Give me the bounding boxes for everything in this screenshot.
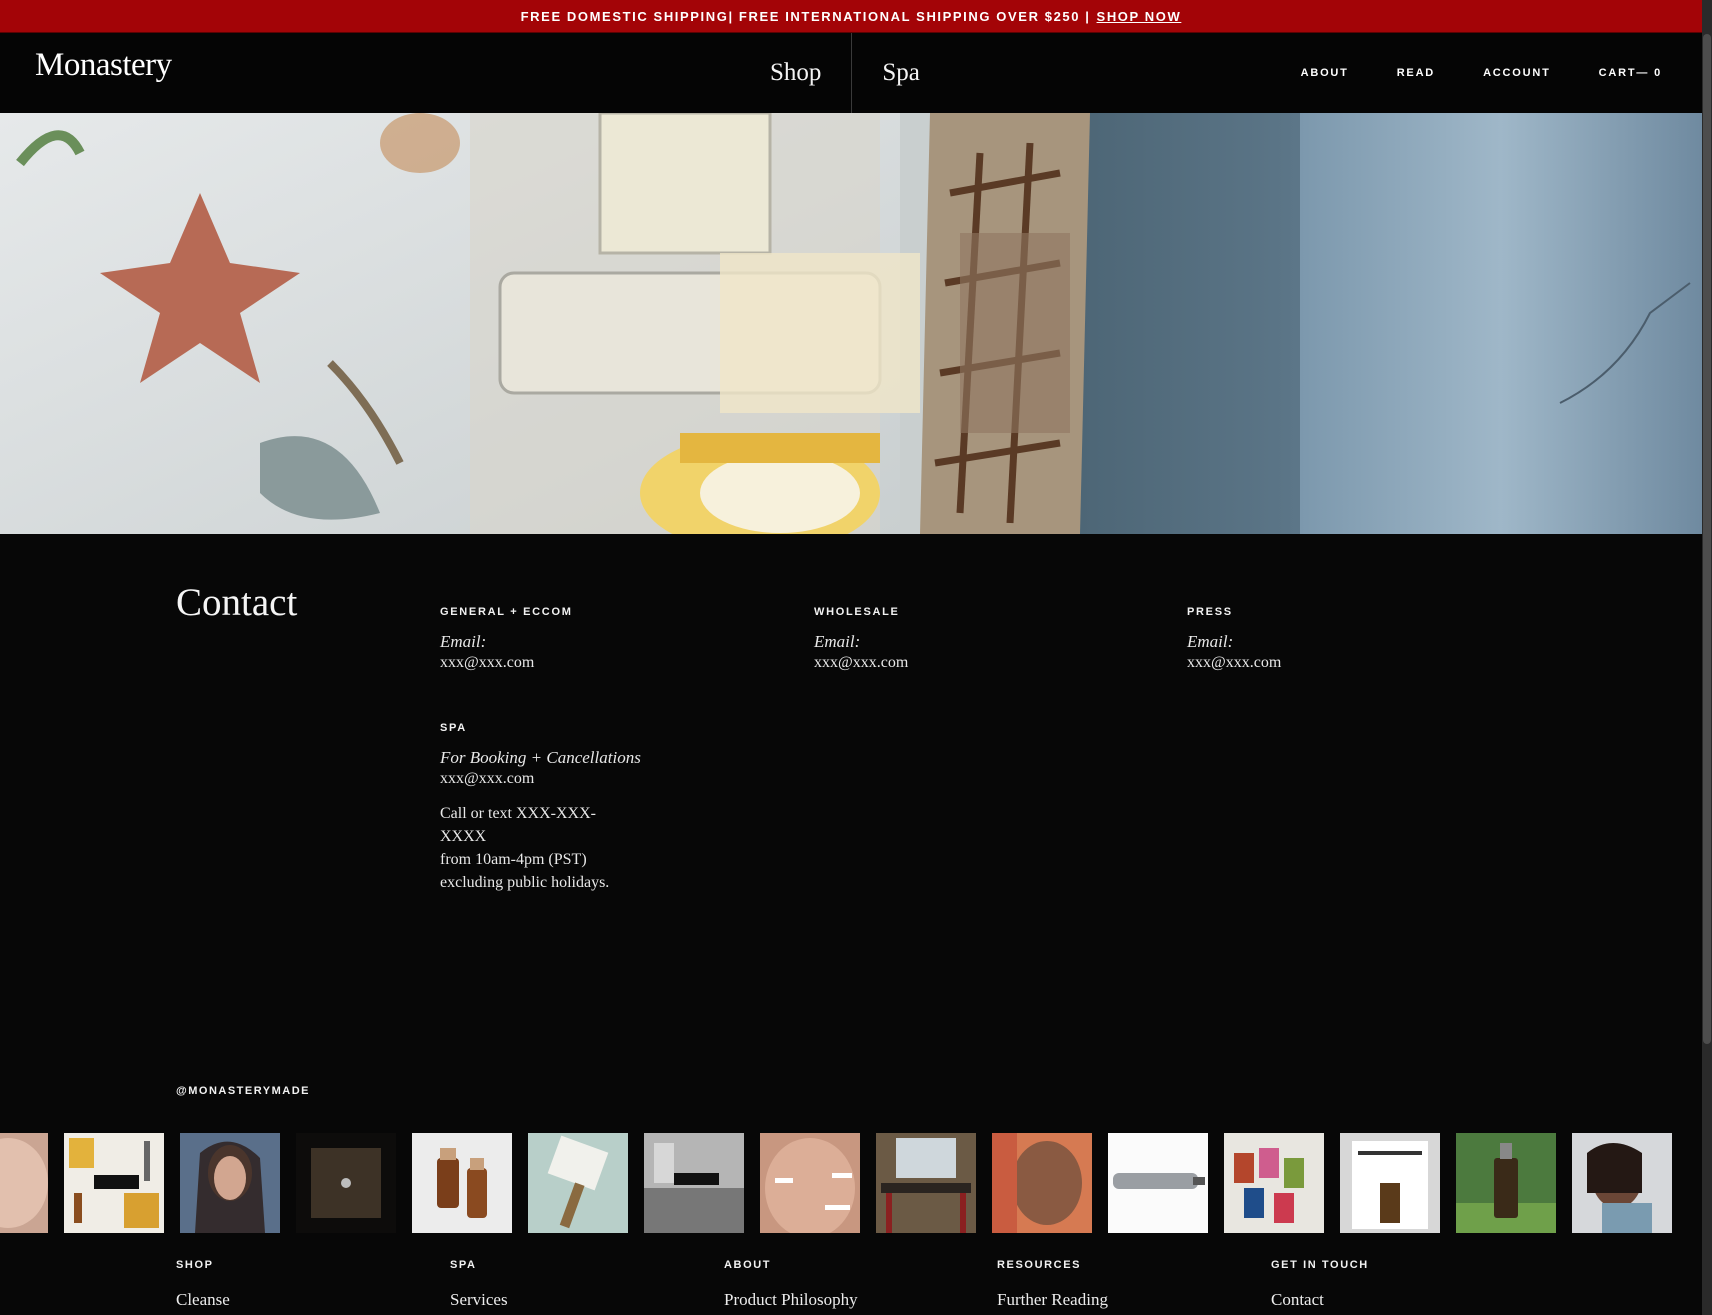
nav-read[interactable]: READ: [1397, 67, 1435, 79]
spa-booking-label: For Booking + Cancellations: [440, 748, 641, 767]
shop-now-link[interactable]: SHOP NOW: [1097, 9, 1182, 24]
instagram-post[interactable]: [528, 1133, 628, 1233]
footer-link-contact[interactable]: Contact: [1271, 1290, 1324, 1310]
main-nav: Shop Spa: [740, 33, 950, 113]
instagram-post[interactable]: [1108, 1133, 1208, 1233]
wholesale-email[interactable]: xxx@xxx.com: [814, 654, 908, 672]
instagram-post[interactable]: [1572, 1133, 1672, 1233]
footer-heading-contact: GET IN TOUCH: [1271, 1259, 1369, 1271]
hero-image: [0, 113, 1702, 534]
nav-shop[interactable]: Shop: [740, 33, 851, 113]
logo[interactable]: Monastery: [35, 47, 172, 84]
spa-hours-line: excluding public holidays.: [440, 874, 610, 891]
hero-illustration: [0, 113, 1702, 534]
press-email-label: Email:: [1187, 632, 1234, 651]
instagram-post[interactable]: [1224, 1133, 1324, 1233]
instagram-post[interactable]: [296, 1133, 396, 1233]
wholesale-email-label: Email:: [814, 632, 861, 651]
spa-hours-line: from 10am-4pm (PST): [440, 851, 587, 868]
wholesale-contact: WHOLESALE Email: xxx@xxx.com: [814, 606, 908, 672]
general-email[interactable]: xxx@xxx.com: [440, 654, 573, 672]
nav-cart[interactable]: CART— 0: [1599, 67, 1662, 79]
spa-hours: Call or text XXX-XXX-XXXX from 10am-4pm …: [440, 802, 640, 894]
scrollbar-thumb[interactable]: [1703, 34, 1711, 1044]
instagram-post[interactable]: [180, 1133, 280, 1233]
nav-about[interactable]: ABOUT: [1301, 67, 1349, 79]
spa-label: SPA: [440, 722, 467, 734]
general-label: GENERAL + ECCOM: [440, 606, 573, 618]
footer-link-services[interactable]: Services: [450, 1290, 508, 1310]
wholesale-label: WHOLESALE: [814, 606, 900, 618]
site-header: Monastery Shop Spa ABOUT READ ACCOUNT CA…: [0, 33, 1702, 113]
footer-heading-shop: SHOP: [176, 1259, 214, 1271]
press-email[interactable]: xxx@xxx.com: [1187, 654, 1281, 672]
nav-account[interactable]: ACCOUNT: [1483, 67, 1551, 79]
footer-link-product-philosophy[interactable]: Product Philosophy: [724, 1290, 858, 1310]
footer-heading-about: ABOUT: [724, 1259, 772, 1271]
announcement-bar: FREE DOMESTIC SHIPPING| FREE INTERNATION…: [0, 0, 1702, 33]
footer-link-further-reading[interactable]: Further Reading: [997, 1290, 1108, 1310]
general-contact: GENERAL + ECCOM Email: xxx@xxx.com: [440, 606, 573, 672]
spa-email[interactable]: xxx@xxx.com: [440, 770, 641, 788]
instagram-post[interactable]: [0, 1133, 48, 1233]
contact-title: Contact: [176, 581, 298, 624]
footer-heading-resources: RESOURCES: [997, 1259, 1082, 1271]
instagram-post[interactable]: [644, 1133, 744, 1233]
press-contact: PRESS Email: xxx@xxx.com: [1187, 606, 1281, 672]
instagram-post[interactable]: [876, 1133, 976, 1233]
general-email-label: Email:: [440, 632, 487, 651]
instagram-post[interactable]: [64, 1133, 164, 1233]
footer-heading-spa: SPA: [450, 1259, 477, 1271]
spa-contact: SPA For Booking + Cancellations xxx@xxx.…: [440, 722, 641, 894]
nav-spa[interactable]: Spa: [852, 33, 950, 113]
instagram-handle[interactable]: @MONASTERYMADE: [176, 1085, 310, 1097]
instagram-post[interactable]: [1340, 1133, 1440, 1233]
instagram-post[interactable]: [412, 1133, 512, 1233]
footer-link-cleanse[interactable]: Cleanse: [176, 1290, 230, 1310]
press-label: PRESS: [1187, 606, 1233, 618]
instagram-post[interactable]: [1456, 1133, 1556, 1233]
instagram-post[interactable]: [992, 1133, 1092, 1233]
announcement-text: FREE DOMESTIC SHIPPING| FREE INTERNATION…: [520, 8, 1091, 24]
utility-nav: ABOUT READ ACCOUNT CART— 0: [1301, 33, 1662, 113]
spa-hours-line: Call or text XXX-XXX-XXXX: [440, 805, 596, 845]
instagram-post[interactable]: [760, 1133, 860, 1233]
instagram-feed: [0, 1133, 1702, 1233]
page-scrollbar[interactable]: [1702, 0, 1712, 1315]
